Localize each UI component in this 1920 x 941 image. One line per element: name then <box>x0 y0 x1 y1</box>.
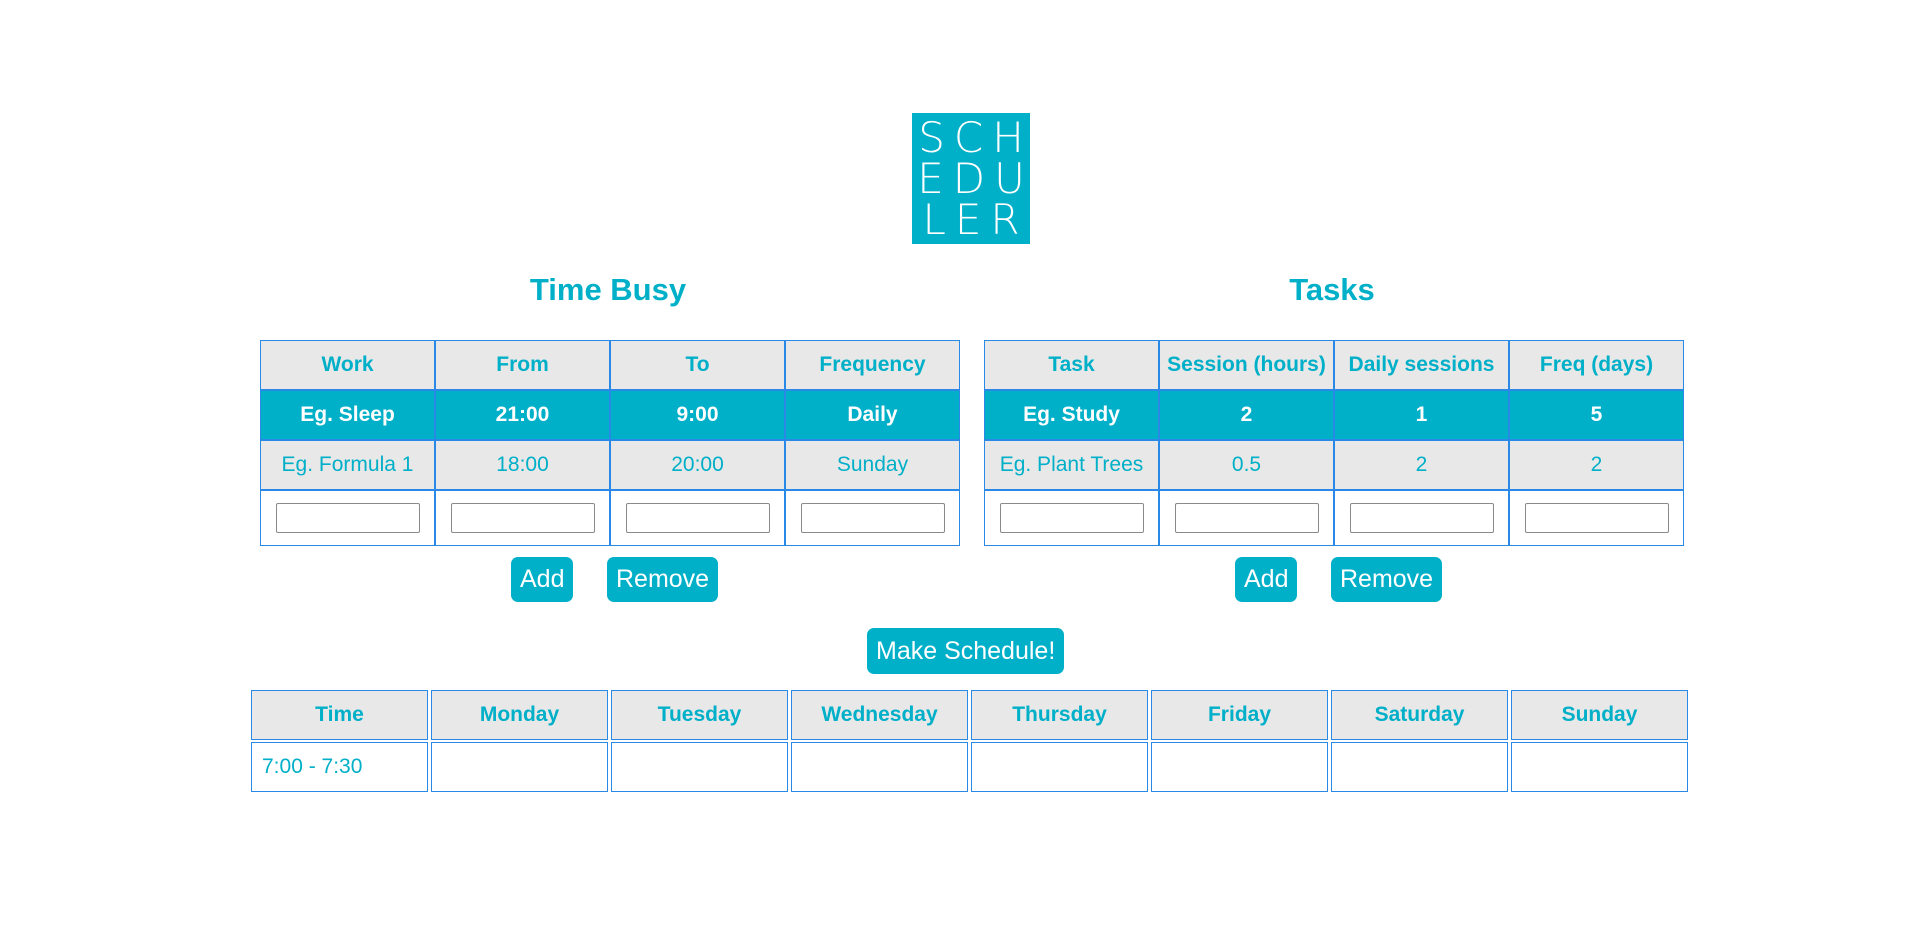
header-sunday: Sunday <box>1511 690 1688 740</box>
table-cell: 20:00 <box>610 440 785 490</box>
input-cell <box>435 490 610 546</box>
schedule-header-row: Time Monday Tuesday Wednesday Thursday F… <box>251 690 1688 740</box>
table-cell: 18:00 <box>435 440 610 490</box>
tasks-remove-button[interactable]: Remove <box>1331 557 1443 602</box>
table-cell: Eg. Study <box>984 390 1159 440</box>
tasks-title: Tasks <box>1289 272 1375 307</box>
schedule-cell <box>1151 742 1328 792</box>
busy-remove-button[interactable]: Remove <box>607 557 719 602</box>
logo-line-1: SCH <box>918 113 1033 162</box>
schedule-cell <box>1331 742 1508 792</box>
table-cell: 21:00 <box>435 390 610 440</box>
schedule-row: 7:00 - 7:30 <box>251 742 1688 792</box>
table-header-row: Task Session (hours) Daily sessions Freq… <box>984 340 1684 390</box>
time-busy-table: Work From To Frequency Eg. Sleep 21:00 9… <box>260 340 960 546</box>
tasks-table: Task Session (hours) Daily sessions Freq… <box>984 340 1684 546</box>
header-thursday: Thursday <box>971 690 1148 740</box>
scheduler-logo: SCH EDU LER <box>912 113 1030 244</box>
header-to: To <box>610 340 785 390</box>
header-tuesday: Tuesday <box>611 690 788 740</box>
logo-line-2: EDU <box>917 154 1034 203</box>
freq-days-input[interactable] <box>1524 503 1669 533</box>
table-row[interactable]: Eg. Study 2 1 5 <box>984 390 1684 440</box>
table-row[interactable]: Eg. Sleep 21:00 9:00 Daily <box>260 390 960 440</box>
table-row[interactable]: Eg. Plant Trees 0.5 2 2 <box>984 440 1684 490</box>
header-friday: Friday <box>1151 690 1328 740</box>
table-cell: Eg. Plant Trees <box>984 440 1159 490</box>
input-cell <box>1334 490 1509 546</box>
header-frequency: Frequency <box>785 340 960 390</box>
table-row[interactable]: Eg. Formula 1 18:00 20:00 Sunday <box>260 440 960 490</box>
header-freq-days: Freq (days) <box>1509 340 1684 390</box>
from-input[interactable] <box>450 503 595 533</box>
schedule-cell <box>431 742 608 792</box>
header-session-hours: Session (hours) <box>1159 340 1334 390</box>
table-cell: 0.5 <box>1159 440 1334 490</box>
table-cell: Daily <box>785 390 960 440</box>
input-row <box>984 490 1684 546</box>
logo-line-3: LER <box>922 195 1029 244</box>
work-input[interactable] <box>275 503 420 533</box>
header-monday: Monday <box>431 690 608 740</box>
tasks-add-button[interactable]: Add <box>1235 557 1298 602</box>
task-input[interactable] <box>999 503 1144 533</box>
input-cell <box>1159 490 1334 546</box>
daily-sessions-input[interactable] <box>1349 503 1494 533</box>
input-row <box>260 490 960 546</box>
input-cell <box>260 490 435 546</box>
header-from: From <box>435 340 610 390</box>
table-cell: 1 <box>1334 390 1509 440</box>
schedule-cell <box>1511 742 1688 792</box>
table-cell: 5 <box>1509 390 1684 440</box>
table-cell: 9:00 <box>610 390 785 440</box>
table-cell: 2 <box>1334 440 1509 490</box>
schedule-cell <box>971 742 1148 792</box>
table-header-row: Work From To Frequency <box>260 340 960 390</box>
header-work: Work <box>260 340 435 390</box>
header-saturday: Saturday <box>1331 690 1508 740</box>
schedule-cell <box>791 742 968 792</box>
header-time: Time <box>251 690 428 740</box>
make-schedule-button[interactable]: Make Schedule! <box>867 628 1065 674</box>
table-cell: Eg. Formula 1 <box>260 440 435 490</box>
session-hours-input[interactable] <box>1174 503 1319 533</box>
input-cell <box>1509 490 1684 546</box>
to-input[interactable] <box>625 503 770 533</box>
schedule-cell <box>611 742 788 792</box>
table-cell: 2 <box>1159 390 1334 440</box>
busy-add-button[interactable]: Add <box>511 557 574 602</box>
schedule-table: Time Monday Tuesday Wednesday Thursday F… <box>248 688 1691 794</box>
table-cell: Sunday <box>785 440 960 490</box>
header-task: Task <box>984 340 1159 390</box>
table-cell: Eg. Sleep <box>260 390 435 440</box>
time-slot: 7:00 - 7:30 <box>251 742 428 792</box>
header-daily-sessions: Daily sessions <box>1334 340 1509 390</box>
input-cell <box>984 490 1159 546</box>
input-cell <box>785 490 960 546</box>
header-wednesday: Wednesday <box>791 690 968 740</box>
table-cell: 2 <box>1509 440 1684 490</box>
input-cell <box>610 490 785 546</box>
frequency-input[interactable] <box>800 503 945 533</box>
time-busy-title: Time Busy <box>529 272 687 307</box>
